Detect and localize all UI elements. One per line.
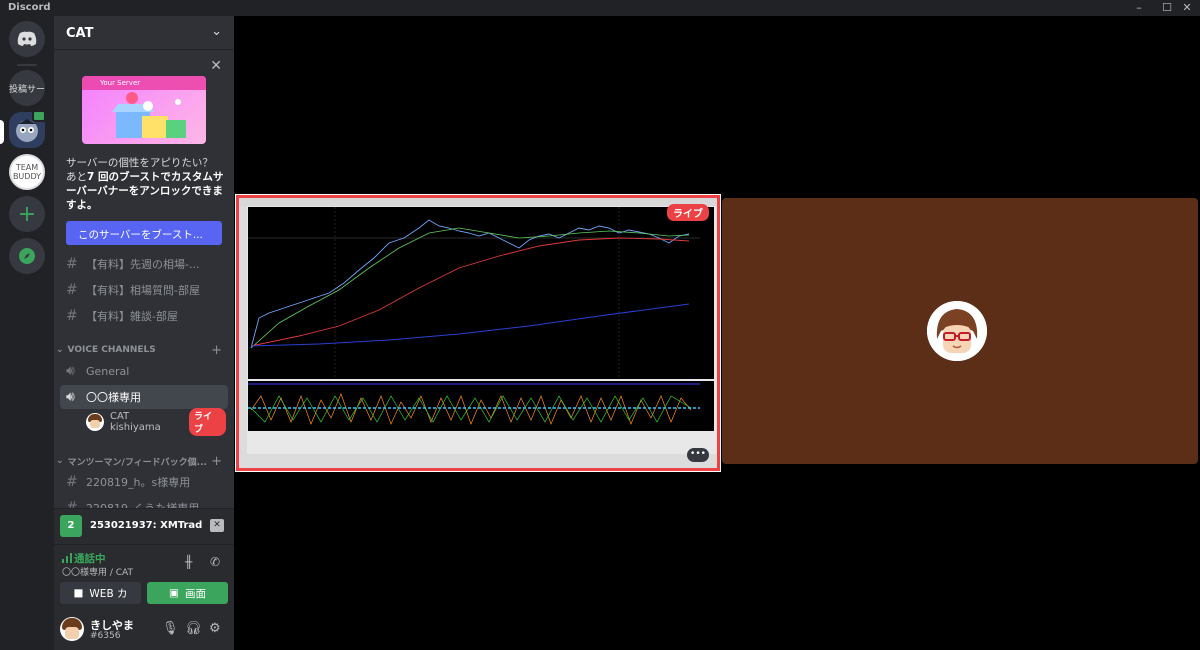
camera-button[interactable]: ■ WEB カ	[60, 582, 141, 604]
voice-connection-panel: 通話中 〇〇様専用 / CAT ╫ ✆ ■ WEB カ ▣ 画面	[54, 544, 234, 608]
video-camera-icon: ■	[73, 587, 84, 599]
add-channel-icon[interactable]: +	[211, 454, 222, 469]
close-icon[interactable]: ✕	[210, 58, 222, 74]
voice-stage: ライブ •••	[234, 16, 1200, 650]
camera-button-label: WEB カ	[89, 587, 128, 600]
more-options-button[interactable]: •••	[687, 448, 709, 462]
avatar	[927, 301, 987, 361]
trading-chart-screen	[239, 198, 717, 468]
live-indicator-icon	[32, 110, 46, 122]
category-mentoring[interactable]: ⌄ マンツーマン/フィードバック個... +	[56, 453, 232, 469]
category-label: VOICE CHANNELS	[67, 345, 156, 355]
channel-label: General	[86, 364, 130, 378]
speaker-icon: 🔊︎	[66, 389, 75, 405]
stream-title: 253021937: XMTradin...	[90, 520, 202, 531]
hash-icon: #	[66, 256, 78, 272]
chevron-down-icon: ⌄	[56, 345, 64, 355]
screen-share-button-label: 画面	[184, 587, 206, 600]
voice-user[interactable]: CAT kishiyama ライブ	[86, 408, 226, 436]
rail-separator	[17, 64, 37, 66]
stream-app-number: 2	[67, 520, 75, 531]
plus-icon: +	[17, 201, 37, 227]
voice-channel-path[interactable]: 〇〇様専用 / CAT	[62, 565, 133, 578]
settings-gear-icon[interactable]: ⚙	[209, 621, 221, 636]
channel-label: 【有料】相場質問-部屋	[86, 284, 200, 297]
add-server-button[interactable]: +	[9, 196, 45, 232]
title-bar: Discord – ☐ ✕	[0, 0, 1200, 16]
add-channel-icon[interactable]: +	[211, 343, 222, 358]
selected-indicator	[0, 120, 4, 144]
server-icon-posting[interactable]: 投稿サー	[9, 70, 45, 106]
boost-text-bold: 7 回のブーストでカスタムサーバーバナーをアンロックできますよ。	[66, 171, 224, 211]
microphone-icon[interactable]: 🎙︎	[162, 621, 179, 636]
boost-server-button[interactable]: このサーバーをブースト...	[66, 221, 222, 245]
boost-description: サーバーの個性をアピりたい？ あと7 回のブーストでカスタムサーバーバナーをアン…	[66, 156, 226, 212]
boost-text-line1: サーバーの個性をアピりたい？	[66, 157, 213, 169]
live-badge: ライブ	[667, 204, 709, 221]
channel-label: 220819_h。s様専用	[86, 476, 191, 489]
category-label: マンツーマン/フィードバック個...	[67, 457, 207, 468]
channel-label: 〇〇様専用	[86, 391, 141, 404]
server-header[interactable]: CAT ⌄	[54, 16, 234, 50]
minimize-button[interactable]: –	[1132, 1, 1146, 15]
stream-panel: 2 253021937: XMTradin... ✕	[54, 508, 234, 544]
text-channel[interactable]: # 【有料】相場質問-部屋	[60, 278, 228, 302]
stream-app-icon: 2	[60, 515, 82, 537]
voice-channel-active[interactable]: 🔊︎ 〇〇様専用	[60, 385, 228, 409]
channel-label: 【有料】先週の相場-...	[86, 258, 200, 271]
live-badge: ライブ	[189, 408, 226, 436]
participant-avatar-icon	[927, 301, 987, 361]
screen-share-icon: ▣	[169, 587, 179, 599]
maximize-button[interactable]: ☐	[1160, 1, 1174, 15]
boost-text-prefix: あと	[66, 171, 87, 183]
participant-tile[interactable]	[722, 198, 1198, 464]
chevron-down-icon: ⌄	[56, 456, 64, 466]
noise-suppression-icon[interactable]: ╫	[185, 555, 192, 569]
chevron-down-icon: ⌄	[211, 24, 222, 39]
text-channel[interactable]: # 【有料】先週の相場-...	[60, 252, 228, 276]
compass-icon	[19, 248, 35, 264]
channel-label: 【有料】雑談-部屋	[86, 310, 178, 323]
home-button[interactable]	[9, 21, 45, 57]
boost-banner-image: Your Server	[82, 76, 206, 144]
text-channel[interactable]: #220819_h。s様専用	[60, 470, 228, 494]
screen-share-button[interactable]: ▣ 画面	[147, 582, 228, 604]
explore-servers-button[interactable]	[9, 238, 45, 274]
server-name: CAT	[66, 26, 94, 41]
gift-illustration-icon	[112, 92, 186, 138]
server-label: TEAM BUDDY	[12, 163, 42, 181]
screen-share-tile[interactable]: ライブ •••	[235, 194, 721, 472]
avatar[interactable]	[60, 617, 84, 641]
speaker-icon: 🔊︎	[66, 363, 75, 379]
voice-channel-general[interactable]: 🔊︎ General	[60, 359, 228, 383]
signal-bars-icon	[62, 553, 72, 563]
server-icon-team-buddy[interactable]: TEAM BUDDY	[9, 154, 45, 190]
hash-icon: #	[66, 282, 78, 298]
headphones-icon[interactable]: 🎧︎	[185, 621, 202, 636]
discord-logo-icon	[17, 31, 37, 46]
text-channel[interactable]: # 【有料】雑談-部屋	[60, 304, 228, 328]
category-voice-channels[interactable]: ⌄ VOICE CHANNELS +	[56, 342, 232, 358]
avatar	[86, 413, 104, 431]
app-title: Discord	[8, 2, 51, 13]
stop-stream-icon[interactable]: ✕	[210, 519, 224, 532]
voice-status[interactable]: 通話中	[74, 551, 106, 566]
server-rail: 投稿サー TEAM BUDDY +	[0, 16, 54, 650]
close-window-button[interactable]: ✕	[1180, 1, 1194, 15]
user-tag: #6356	[90, 631, 121, 641]
disconnect-icon[interactable]: ✆	[210, 555, 220, 569]
boost-promo-card: ✕ Your Server サーバーの個性をアピりたい？ あと7 回のブーストで…	[54, 52, 234, 250]
user-panel: きしやま #6356 🎙︎ 🎧︎ ⚙	[54, 608, 234, 650]
server-label: 投稿サー	[9, 84, 45, 95]
hash-icon: #	[66, 474, 78, 490]
hash-icon: #	[66, 308, 78, 324]
voice-user-name: CAT kishiyama	[109, 411, 161, 433]
